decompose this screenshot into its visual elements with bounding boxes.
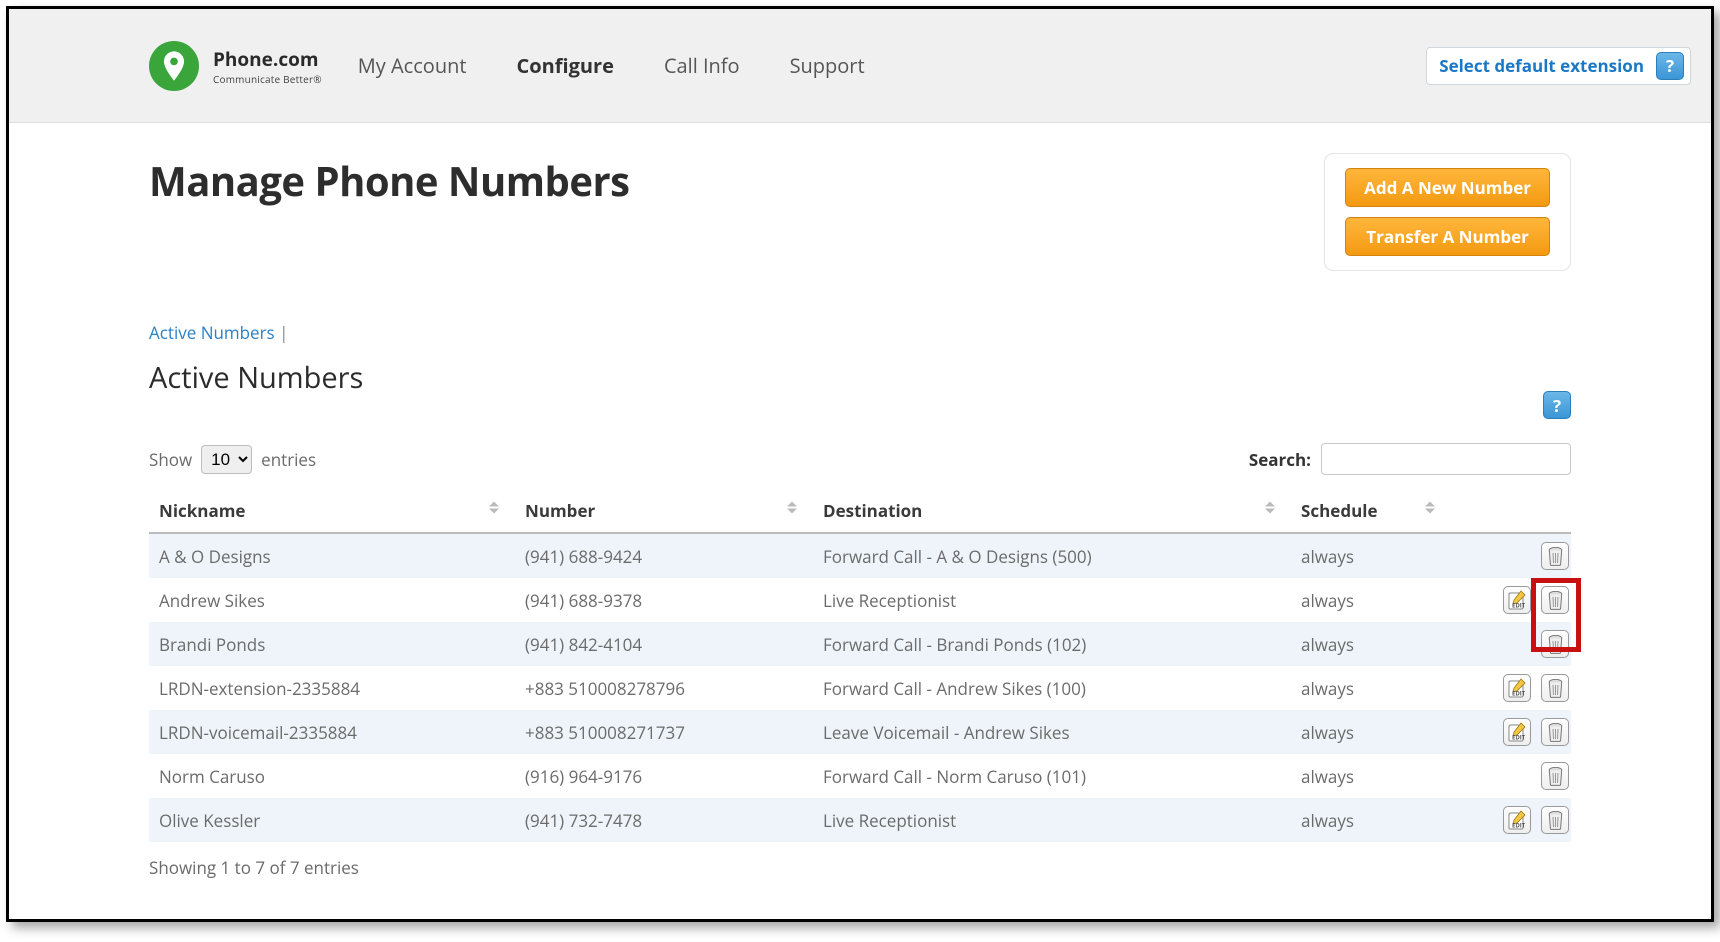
cell-num: (941) 732-7478 [515,798,813,842]
transfer-number-button[interactable]: Transfer A Number [1345,217,1550,256]
col-destination[interactable]: Destination [813,489,1291,533]
trash-icon[interactable] [1541,674,1569,702]
table-row: Andrew Sikes(941) 688-9378Live Reception… [149,578,1571,622]
col-nickname[interactable]: Nickname [149,489,515,533]
trash-icon[interactable] [1541,762,1569,790]
cell-nick: Brandi Ponds [149,622,515,666]
svg-text:EDIT: EDIT [1512,602,1526,610]
svg-text:EDIT: EDIT [1512,822,1526,830]
nav-configure[interactable]: Configure [516,52,613,79]
table-row: LRDN-voicemail-2335884+883 510008271737L… [149,710,1571,754]
cell-dest: Live Receptionist [813,798,1291,842]
cell-sched: always [1291,666,1451,710]
edit-icon[interactable]: EDIT [1503,586,1531,614]
col-schedule[interactable]: Schedule [1291,489,1451,533]
nav-support[interactable]: Support [790,52,865,79]
search-label: Search: [1249,448,1311,471]
cell-sched: always [1291,798,1451,842]
trash-icon[interactable] [1541,718,1569,746]
brand-tagline: Communicate Better® [213,72,322,86]
table-row: Olive Kessler(941) 732-7478Live Receptio… [149,798,1571,842]
logo[interactable]: Phone.com Communicate Better® [149,41,322,91]
cell-dest: Forward Call - Andrew Sikes (100) [813,666,1291,710]
show-label-post: entries [261,448,316,471]
show-label-pre: Show [149,448,192,471]
cell-nick: Norm Caruso [149,754,515,798]
svg-text:EDIT: EDIT [1512,690,1526,698]
table-row: Brandi Ponds(941) 842-4104Forward Call -… [149,622,1571,666]
trash-icon[interactable] [1541,806,1569,834]
main-nav: My Account Configure Call Info Support [358,52,865,79]
cell-sched: always [1291,578,1451,622]
cell-nick: Olive Kessler [149,798,515,842]
trash-icon[interactable] [1541,586,1569,614]
brand-name: Phone.com [213,46,319,72]
page-title: Manage Phone Numbers [149,153,630,208]
table-row: Norm Caruso(916) 964-9176Forward Call - … [149,754,1571,798]
cell-sched: always [1291,754,1451,798]
cell-sched: always [1291,710,1451,754]
cell-dest: Forward Call - Norm Caruso (101) [813,754,1291,798]
cell-dest: Live Receptionist [813,578,1291,622]
trash-icon[interactable] [1541,630,1569,658]
search-input[interactable] [1321,443,1571,475]
cell-dest: Forward Call - A & O Designs (500) [813,533,1291,578]
cell-nick: A & O Designs [149,533,515,578]
add-number-button[interactable]: Add A New Number [1345,168,1550,207]
breadcrumb: Active Numbers | [149,321,1571,344]
cell-dest: Leave Voicemail - Andrew Sikes [813,710,1291,754]
cell-num: +883 510008271737 [515,710,813,754]
cell-num: (941) 688-9424 [515,533,813,578]
cell-nick: Andrew Sikes [149,578,515,622]
cell-sched: always [1291,622,1451,666]
help-icon[interactable]: ? [1656,52,1684,80]
nav-call-info[interactable]: Call Info [664,52,740,79]
numbers-table: Nickname Number Destination Schedule A &… [149,489,1571,842]
logo-icon [149,41,199,91]
edit-icon[interactable]: EDIT [1503,806,1531,834]
cell-nick: LRDN-voicemail-2335884 [149,710,515,754]
col-number[interactable]: Number [515,489,813,533]
breadcrumb-link[interactable]: Active Numbers [149,321,275,344]
cell-num: +883 510008278796 [515,666,813,710]
edit-icon[interactable]: EDIT [1503,674,1531,702]
entries-select[interactable]: 10 [201,445,252,474]
cell-num: (941) 688-9378 [515,578,813,622]
cell-sched: always [1291,533,1451,578]
table-row: LRDN-extension-2335884+883 510008278796F… [149,666,1571,710]
col-actions [1451,489,1571,533]
cell-nick: LRDN-extension-2335884 [149,666,515,710]
default-extension-selector[interactable]: Select default extension ? [1426,47,1691,85]
table-footer: Showing 1 to 7 of 7 entries [149,856,1571,879]
top-bar: Phone.com Communicate Better® My Account… [9,9,1711,123]
table-row: A & O Designs(941) 688-9424Forward Call … [149,533,1571,578]
help-icon[interactable]: ? [1543,391,1571,419]
trash-icon[interactable] [1541,542,1569,570]
edit-icon[interactable]: EDIT [1503,718,1531,746]
cell-num: (941) 842-4104 [515,622,813,666]
cell-num: (916) 964-9176 [515,754,813,798]
nav-my-account[interactable]: My Account [358,52,467,79]
svg-text:EDIT: EDIT [1512,734,1526,742]
action-card: Add A New Number Transfer A Number [1324,153,1571,271]
default-extension-label: Select default extension [1433,52,1650,79]
cell-dest: Forward Call - Brandi Ponds (102) [813,622,1291,666]
